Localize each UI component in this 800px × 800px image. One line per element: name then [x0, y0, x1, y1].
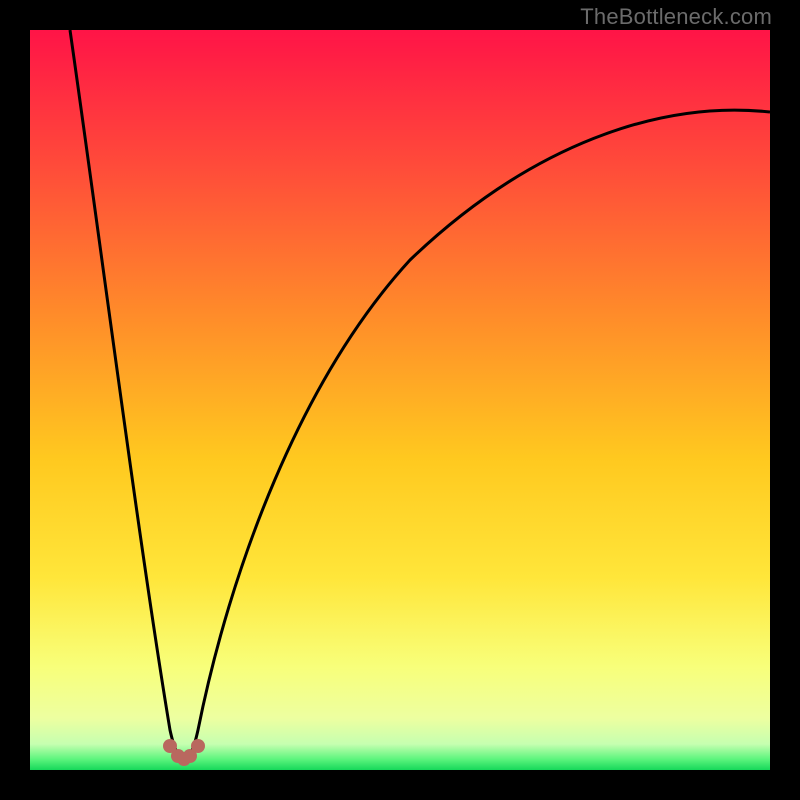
curve-path — [70, 30, 770, 758]
watermark-text: TheBottleneck.com — [580, 4, 772, 30]
marker-dot — [191, 739, 205, 753]
bottleneck-curve — [30, 30, 770, 770]
valley-markers — [163, 739, 205, 766]
plot-frame — [30, 30, 770, 770]
